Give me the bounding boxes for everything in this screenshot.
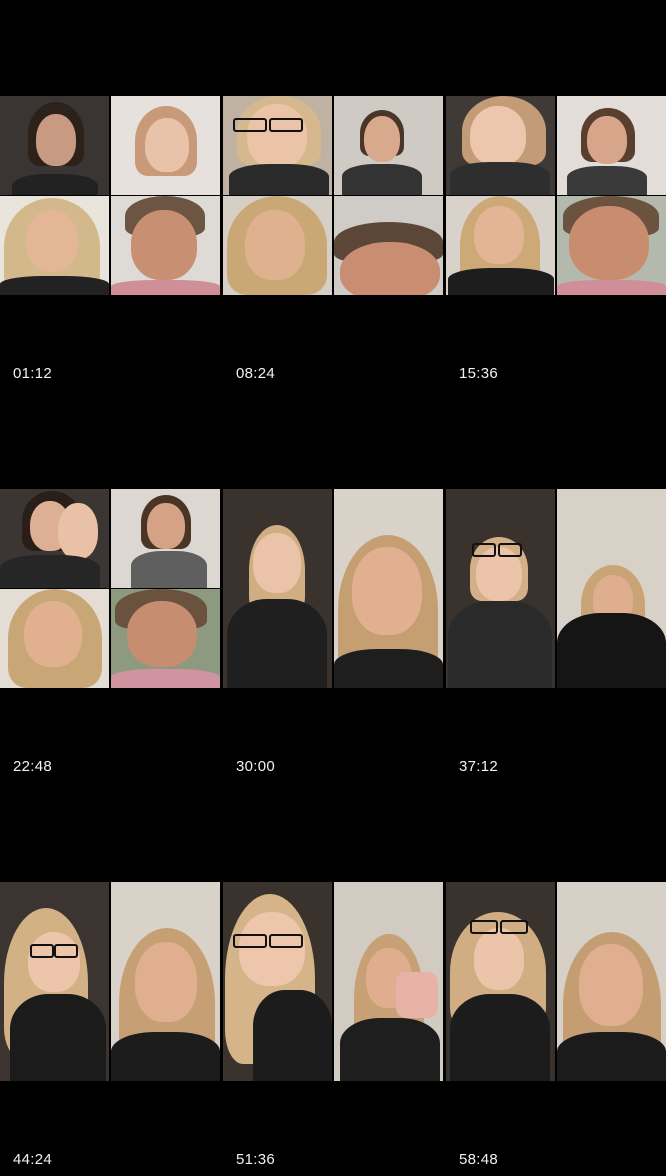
participant-tile [223,489,332,688]
thumbnail-cell[interactable]: 51:36 [223,786,443,1176]
participant-tile [223,96,332,195]
timestamp: 30:00 [236,758,276,775]
participant-tile [334,882,443,1081]
participant-tile [446,96,555,195]
thumbnail-cell[interactable]: 58:48 [446,786,666,1176]
thumbnail-cell[interactable]: 44:24 [0,786,220,1176]
participant-tile [446,489,555,688]
participant-tile [557,882,666,1081]
timestamp: 08:24 [236,365,276,382]
video-frame [446,96,666,295]
timestamp: 51:36 [236,1151,276,1168]
thumbnail-cell[interactable]: 37:12 [446,393,666,783]
participant-tile [111,882,220,1081]
participant-tile [0,489,109,588]
video-frame [223,882,443,1081]
participant-tile [111,96,220,195]
participant-tile [557,489,666,688]
participant-tile [223,196,332,295]
thumbnail-cell[interactable]: 08:24 [223,0,443,390]
video-frame [223,96,443,295]
participant-tile [111,196,220,295]
participant-tile [557,196,666,295]
participant-tile [223,882,332,1081]
video-frame [223,489,443,688]
participant-tile [111,489,220,588]
timestamp: 58:48 [459,1151,499,1168]
participant-tile [557,96,666,195]
participant-tile [334,196,443,295]
thumbnail-grid: 01:12 08:24 15:36 22:48 30:00 37:12 44:2… [0,0,666,1176]
participant-tile [0,96,109,195]
participant-tile [334,96,443,195]
thumbnail-cell[interactable]: 30:00 [223,393,443,783]
timestamp: 22:48 [13,758,53,775]
video-frame [446,882,666,1081]
timestamp: 01:12 [13,365,53,382]
participant-tile [0,882,109,1081]
video-frame [0,96,220,295]
participant-tile [111,589,220,688]
thumbnail-cell[interactable]: 15:36 [446,0,666,390]
participant-tile [0,589,109,688]
participant-tile [0,196,109,295]
video-frame [0,882,220,1081]
thumbnail-cell[interactable]: 01:12 [0,0,220,390]
video-frame [446,489,666,688]
video-frame [0,489,220,688]
participant-tile [334,489,443,688]
timestamp: 15:36 [459,365,499,382]
timestamp: 44:24 [13,1151,53,1168]
thumbnail-cell[interactable]: 22:48 [0,393,220,783]
participant-tile [446,196,555,295]
participant-tile [446,882,555,1081]
timestamp: 37:12 [459,758,499,775]
